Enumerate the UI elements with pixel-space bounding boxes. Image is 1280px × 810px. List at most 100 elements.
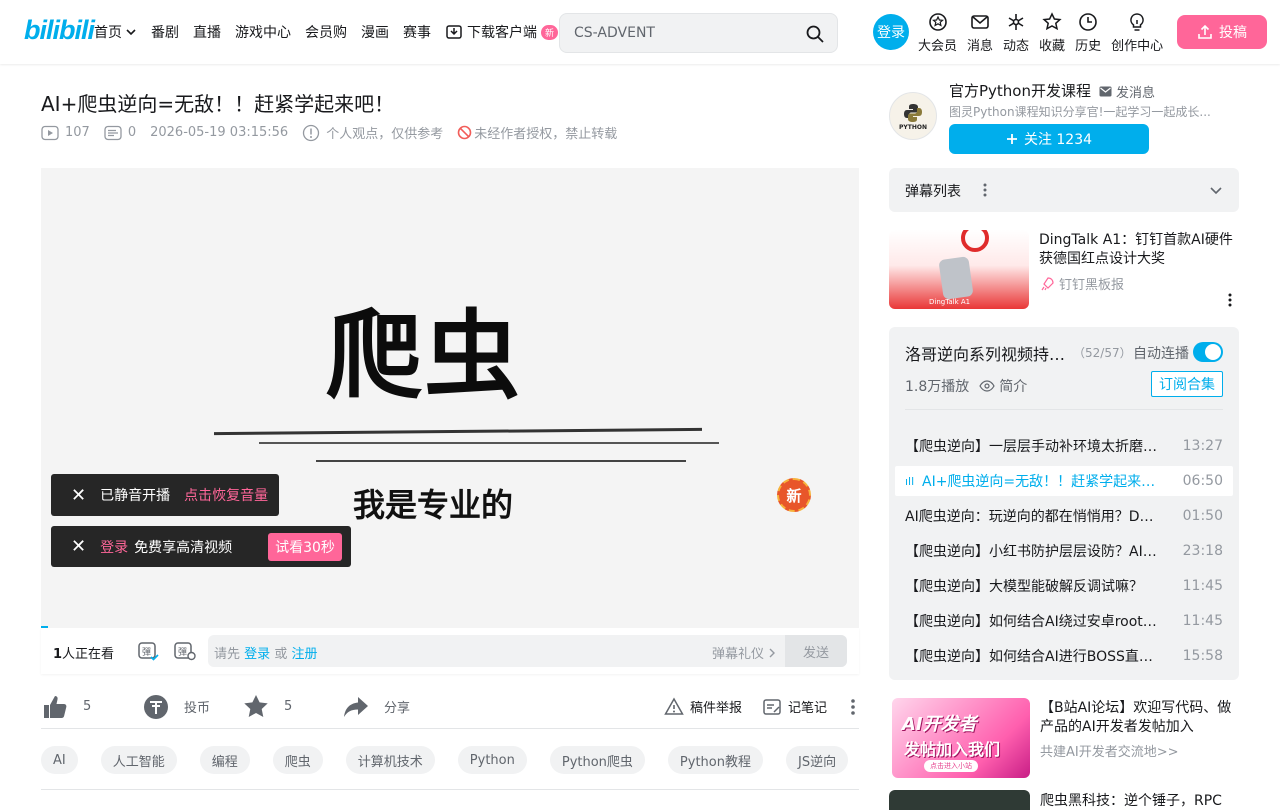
note-icon [763, 698, 781, 715]
upload-button[interactable]: 投稿 [1177, 15, 1267, 49]
ad-card-ai-forum[interactable]: AI开发者 发帖加入我们 点击进入小站 【B站AI论坛】欢迎写代码、做产品的AI… [889, 698, 1239, 778]
search-icon[interactable] [805, 24, 825, 44]
nav-esports[interactable]: 赛事 [403, 22, 431, 42]
close-icon[interactable]: ✕ [71, 485, 86, 506]
search-box[interactable]: CS-ADVENT [559, 13, 838, 53]
header-history[interactable]: 历史 [1075, 12, 1101, 54]
danmaku-toggle-icon[interactable]: 彈 [137, 640, 159, 662]
frame-stroke [213, 427, 703, 436]
no-repost-label: 未经作者授权，禁止转载 [474, 127, 618, 142]
more-options-button[interactable] [847, 697, 859, 717]
share-button[interactable]: 分享 [342, 693, 462, 721]
subscribe-series-button[interactable]: 订阅合集 [1151, 371, 1223, 397]
header-dynamic[interactable]: 动态 [1003, 12, 1029, 54]
header-message[interactable]: 消息 [967, 12, 993, 54]
series-stats: 1.8万播放 简介 [905, 376, 1027, 396]
follow-button[interactable]: 关注 1234 [949, 124, 1149, 154]
danmaku-placeholder: 请先 登录 或 注册 [214, 643, 317, 662]
more-vertical-icon[interactable] [1228, 292, 1232, 308]
uploader-avatar[interactable]: PYTHON [889, 92, 937, 140]
episode-item[interactable]: 【爬虫逆向】小红书防护层层设防？AI… 23:18 [895, 536, 1233, 566]
bilibili-logo[interactable]: bilibili [24, 15, 95, 46]
toast-login-link[interactable]: 登录 [100, 537, 128, 557]
tag[interactable]: AI [41, 746, 78, 774]
header-favorites[interactable]: 收藏 [1039, 12, 1065, 54]
episode-duration: 01:50 [1182, 508, 1223, 524]
ad-source[interactable]: 共建AI开发者交流地>> [1040, 741, 1179, 760]
nav-vip-shop[interactable]: 会员购 [305, 22, 347, 42]
tag[interactable]: 编程 [199, 746, 250, 774]
tag[interactable]: JS逆向 [785, 746, 849, 774]
chevron-down-icon[interactable] [1209, 183, 1223, 197]
more-vertical-icon[interactable] [983, 182, 987, 198]
series-count: （52/57） [1073, 346, 1132, 360]
autoplay-label: 自动连播 [1133, 346, 1189, 362]
tag[interactable]: 爬虫 [272, 746, 323, 774]
header-vip[interactable]: 大会员 [918, 12, 957, 54]
search-input[interactable]: CS-ADVENT [574, 25, 655, 41]
dm-login-link[interactable]: 登录 [244, 647, 270, 662]
nav-home[interactable]: 首页 [94, 22, 137, 42]
notes-button[interactable]: 记笔记 [762, 697, 827, 717]
dm-or: 或 [274, 647, 288, 662]
uploader-name[interactable]: 官方Python开发课程 [949, 80, 1091, 101]
nav-manga[interactable]: 漫画 [361, 22, 389, 42]
dm-register-link[interactable]: 注册 [291, 647, 317, 662]
tag[interactable]: 人工智能 [100, 746, 177, 774]
danmaku-list-panel[interactable]: 弹幕列表 [889, 168, 1239, 212]
play-icon [41, 125, 59, 140]
favorite-button[interactable]: 5 [242, 693, 342, 721]
share-icon [344, 696, 368, 717]
episode-item-active[interactable]: ıll AI+爬虫逆向=无敌！！赶紧学起来… 06:50 [895, 466, 1233, 496]
send-message-button[interactable]: 发消息 [1099, 82, 1155, 101]
like-button[interactable]: 5 [41, 693, 142, 721]
top-header: bilibili 首页 番剧 直播 游戏中心 会员购 漫画 赛事 下载客户端 新… [0, 0, 1280, 64]
episode-title: 【爬虫逆向】如何结合AI进行BOSS直… [905, 649, 1153, 665]
message-icon [971, 15, 989, 29]
close-icon[interactable]: ✕ [71, 536, 86, 557]
dynamic-icon [1008, 14, 1024, 30]
share-label: 分享 [384, 701, 411, 716]
episode-item[interactable]: 【爬虫逆向】一层层手动补环境太折磨… 13:27 [895, 431, 1233, 461]
series-title[interactable]: 洛哥逆向系列视频持… [905, 341, 1065, 365]
recommend-card[interactable]: 爬虫黑科技：逆个锤子，RPC [889, 790, 1239, 810]
report-button[interactable]: 稿件举报 [664, 696, 742, 717]
top-nav: 首页 番剧 直播 游戏中心 会员购 漫画 赛事 下载客户端 新 [94, 0, 572, 64]
nav-download-client[interactable]: 下载客户端 新 [445, 22, 559, 42]
device-image [938, 256, 974, 300]
episode-item[interactable]: 【爬虫逆向】大模型能破解反调试嘛？ 11:45 [895, 571, 1233, 601]
nav-live[interactable]: 直播 [193, 22, 221, 42]
ad-card-dingtalk[interactable]: DingTalk A1 DingTalk A1：钉钉首款AI硬件获德国红点设计大… [889, 230, 1239, 310]
thumb-text: AI开发者 [902, 714, 977, 735]
tag[interactable]: Python爬虫 [549, 746, 645, 774]
episode-title: 【爬虫逆向】一层层手动补环境太折磨… [905, 439, 1157, 455]
episode-duration: 11:45 [1182, 613, 1223, 629]
nav-game-center[interactable]: 游戏中心 [235, 22, 291, 42]
danmaku-send-button[interactable]: 发送 [785, 635, 847, 667]
restore-volume-link[interactable]: 点击恢复音量 [184, 485, 268, 505]
tag[interactable]: Python教程 [667, 746, 763, 774]
video-frame-main-text: 爬虫 [326, 299, 522, 412]
login-avatar-button[interactable]: 登录 [873, 14, 909, 50]
series-intro-link[interactable]: 简介 [979, 376, 1027, 396]
tag[interactable]: 计算机技术 [345, 746, 435, 774]
autoplay-toggle[interactable] [1193, 342, 1223, 362]
nav-anime[interactable]: 番剧 [151, 22, 179, 42]
episode-item[interactable]: AI爬虫逆向：玩逆向的都在悄悄用？D… 01:50 [895, 501, 1233, 531]
try-30s-button[interactable]: 试看30秒 [268, 532, 342, 561]
danmaku-input[interactable]: 请先 登录 或 注册 弹幕礼仪 [208, 635, 847, 667]
coin-button[interactable]: 投币 [142, 693, 242, 721]
header-creator-center[interactable]: 创作中心 [1111, 12, 1163, 54]
episode-title: 【爬虫逆向】小红书防护层层设防？AI… [905, 544, 1157, 560]
tag[interactable]: Python [457, 746, 527, 774]
danmaku-settings-icon[interactable]: 彈 [173, 640, 197, 662]
episode-item[interactable]: 【爬虫逆向】如何结合AI进行BOSS直… 15:58 [895, 641, 1233, 671]
header-favorites-label: 收藏 [1039, 39, 1066, 54]
danmaku-etiquette-link[interactable]: 弹幕礼仪 [712, 643, 776, 662]
video-meta: 107 0 2026-05-19 03:15:56 个人观点，仅供参考 未经作者… [41, 123, 631, 142]
etiquette-label: 弹幕礼仪 [712, 647, 765, 662]
toolbar-right: 稿件举报 记笔记 [644, 696, 859, 717]
episode-item[interactable]: 【爬虫逆向】如何结合AI绕过安卓root… 11:45 [895, 606, 1233, 636]
report-label: 稿件举报 [689, 701, 742, 716]
episode-duration: 11:45 [1182, 578, 1223, 594]
